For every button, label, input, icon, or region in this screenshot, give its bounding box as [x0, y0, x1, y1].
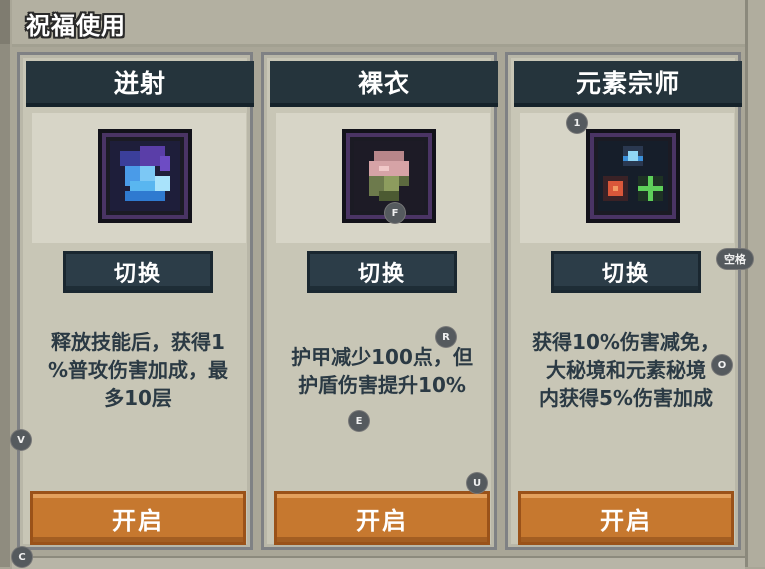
icon-panel — [520, 113, 734, 243]
enable-button[interactable]: 开启 — [518, 491, 734, 545]
elements-icon — [586, 129, 680, 223]
icon-panel — [276, 113, 490, 243]
enable-button[interactable]: 开启 — [274, 491, 490, 545]
card-description: 护甲减少100点，但 护盾伤害提升10% — [264, 343, 500, 399]
description-line: %普攻伤害加成，最 — [47, 358, 229, 382]
hotkey-hint-e: E — [349, 411, 369, 431]
switch-label: 切换 — [601, 262, 650, 287]
enable-label: 开启 — [356, 506, 408, 535]
hotkey-hint-1: 1 — [567, 113, 587, 133]
enable-label: 开启 — [112, 506, 164, 535]
switch-button[interactable]: 切换 — [63, 251, 213, 293]
hotkey-hint-o: O — [712, 355, 732, 375]
switch-label: 切换 — [113, 262, 162, 287]
hotkey-hint-c: C — [12, 547, 32, 567]
hotkey-hint-v: V — [11, 430, 31, 450]
blessing-card-3: 元素宗师 切换 获得10%伤害减免， 大秘境和元素秘境 内获得5%伤害加成 开启 — [505, 52, 744, 550]
card-title: 迸射 — [113, 69, 166, 98]
description-line: 多10层 — [104, 386, 172, 410]
description-line: 大秘境和元素秘境 — [546, 358, 706, 382]
switch-button[interactable]: 切换 — [551, 251, 701, 293]
card-description: 释放技能后，获得1 %普攻伤害加成，最 多10层 — [20, 328, 256, 412]
description-line: 护甲减少100点，但 — [291, 345, 473, 369]
card-header: 裸衣 — [270, 61, 498, 107]
enable-button[interactable]: 开启 — [30, 491, 246, 545]
enable-label: 开启 — [600, 506, 652, 535]
hotkey-hint-u: U — [467, 473, 487, 493]
card-header: 元素宗师 — [514, 61, 742, 107]
water-splash-icon — [98, 129, 192, 223]
hotkey-hint-r: R — [436, 327, 456, 347]
card-title: 裸衣 — [357, 69, 410, 98]
switch-button[interactable]: 切换 — [307, 251, 457, 293]
right-edge — [745, 0, 765, 567]
description-line: 获得10%伤害减免， — [532, 330, 720, 354]
card-title: 元素宗师 — [575, 69, 680, 98]
icon-panel — [32, 113, 246, 243]
blessing-card-1: 迸射 切换 释放技能后，获得1 %普攻伤害加成，最 多10层 开启 — [17, 52, 256, 550]
card-description: 获得10%伤害减免， 大秘境和元素秘境 内获得5%伤害加成 — [508, 328, 744, 412]
bottom-edge — [12, 556, 745, 569]
blessing-card-2: 裸衣 切换 护甲减少100点，但 护盾伤害提升10% 开启 — [261, 52, 500, 550]
description-line: 释放技能后，获得1 — [51, 330, 225, 354]
description-line: 护盾伤害提升10% — [298, 373, 466, 397]
hotkey-hint-f: F — [385, 203, 405, 223]
card-header: 迸射 — [26, 61, 254, 107]
left-notch — [0, 0, 10, 44]
page-title: 祝福使用 — [26, 12, 126, 40]
hotkey-hint-space: 空格 — [717, 249, 753, 269]
description-line: 内获得5%伤害加成 — [539, 386, 713, 410]
switch-label: 切换 — [357, 262, 406, 287]
left-edge — [0, 0, 10, 567]
